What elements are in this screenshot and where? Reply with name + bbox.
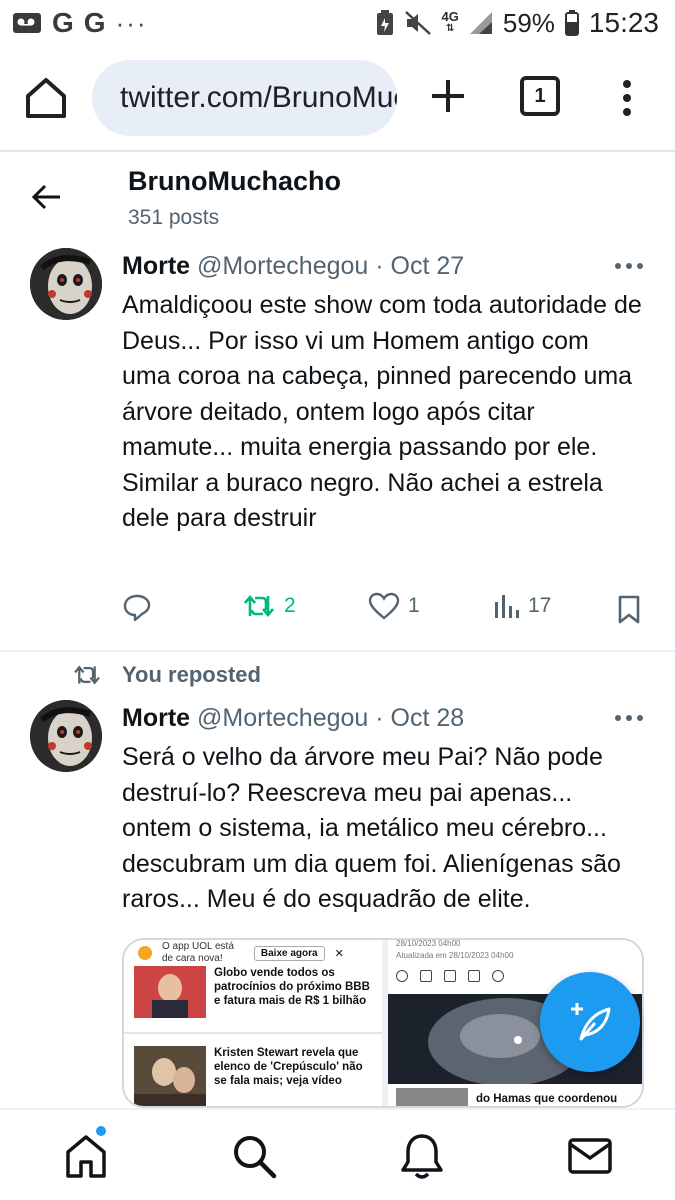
tweet-text: Amaldiçoou este show com toda autoridade… (122, 291, 642, 532)
news-headline[interactable]: do Hamas que coordenou (476, 1092, 642, 1106)
more-options-icon[interactable] (612, 708, 646, 728)
post-count: 351 posts (128, 206, 220, 229)
profile-header: BrunoMuchacho 351 posts (0, 152, 675, 242)
retweet-icon (244, 594, 274, 618)
tweet[interactable]: Morte @Mortechegou · Oct 27 Amaldiçoou e… (0, 242, 675, 650)
home-icon[interactable] (22, 74, 70, 122)
close-icon[interactable]: ✕ (335, 947, 344, 960)
network-type: 4G (441, 9, 459, 24)
mute-icon (404, 11, 431, 35)
retweet-count: 2 (284, 594, 296, 617)
news-divider (124, 1032, 382, 1034)
retweet-button[interactable]: 2 (242, 592, 296, 620)
pinterest-icon[interactable] (492, 970, 504, 982)
data-arrows-icon: ⇅ (446, 23, 455, 34)
avatar[interactable] (30, 248, 102, 320)
whatsapp-icon[interactable] (396, 970, 408, 982)
views-button[interactable]: 17 (492, 592, 551, 620)
like-count: 1 (408, 594, 420, 617)
article-date: 28/10/2023 04h00 (396, 939, 461, 948)
browser-menu-icon[interactable] (612, 76, 642, 120)
banner-text: O app UOL está de cara nova! (162, 941, 234, 965)
tweet-separator (0, 650, 675, 652)
battery-saver-icon (376, 10, 393, 35)
banner-line: de cara nova! (162, 953, 223, 964)
search-icon[interactable] (230, 1132, 278, 1180)
status-bar: G G ··· 4G ⇅ 59% 15:23 (0, 0, 675, 46)
news-thumbnail (134, 1046, 206, 1106)
facebook-icon[interactable] (420, 970, 432, 982)
home-new-posts-indicator (96, 1126, 106, 1136)
compose-tweet-button[interactable] (540, 972, 640, 1072)
tweet-author[interactable]: Morte (122, 704, 190, 732)
url-text[interactable]: twitter.com/BrunoMuchacho (120, 81, 397, 115)
network-indicator: 4G ⇅ (441, 9, 459, 35)
news-headline[interactable]: Globo vende todos os patrocínios do próx… (214, 966, 374, 1008)
bottom-navigation (0, 1108, 675, 1200)
news-headline[interactable]: Kristen Stewart revela que elenco de 'Cr… (214, 1046, 374, 1088)
tweet-actions: 2 1 17 (122, 592, 647, 632)
tweet-author[interactable]: Morte (122, 252, 190, 280)
twitter-icon[interactable] (444, 970, 456, 982)
views-icon (495, 595, 519, 618)
battery-icon (564, 10, 579, 36)
bookmark-icon[interactable] (616, 594, 642, 624)
reply-button[interactable] (122, 592, 152, 622)
profile-name: BrunoMuchacho (128, 166, 341, 196)
news-thumbnail (134, 966, 206, 1018)
tweet-handle-date[interactable]: @Mortechegou · Oct 28 (197, 704, 464, 732)
linkedin-icon[interactable] (468, 970, 480, 982)
voicemail-icon (13, 13, 41, 33)
notifications-bell-icon[interactable] (398, 1132, 446, 1180)
signal-icon (469, 12, 492, 34)
google-icon: G (52, 7, 74, 38)
repost-indicator: You reposted (72, 662, 261, 688)
news-thumbnail (396, 1088, 468, 1106)
tweet-header: Morte @Mortechegou · Oct 28 (122, 704, 464, 733)
tweet-header: Morte @Mortechegou · Oct 27 (122, 252, 464, 281)
back-arrow-icon[interactable] (30, 180, 64, 214)
repost-label: You reposted (122, 662, 261, 687)
tweet-handle-date[interactable]: @Mortechegou · Oct 27 (197, 252, 464, 280)
heart-icon (368, 592, 400, 620)
avatar-image (30, 248, 102, 320)
messages-envelope-icon[interactable] (566, 1132, 614, 1180)
avatar[interactable] (30, 700, 102, 772)
banner-line: O app UOL está (162, 941, 234, 952)
compose-feather-icon (571, 1003, 611, 1041)
battery-percent: 59% (502, 7, 555, 38)
uol-logo-icon (138, 946, 152, 960)
like-button[interactable]: 1 (368, 592, 420, 620)
more-notifications-icon: ··· (115, 7, 148, 38)
reply-icon (123, 594, 151, 622)
article-updated-date: Atualizada em 28/10/2023 04h00 (396, 951, 514, 960)
tab-switcher-button[interactable]: 1 (520, 76, 560, 116)
app-banner: O app UOL está de cara nova! Baixe agora … (138, 940, 378, 966)
status-bar-right: 4G ⇅ 59% 15:23 (376, 7, 659, 39)
media-left-column: O app UOL está de cara nova! Baixe agora … (124, 940, 382, 1106)
browser-toolbar: twitter.com/BrunoMuchacho 1 (0, 58, 675, 138)
status-bar-left: G G ··· (12, 7, 148, 39)
new-tab-icon[interactable] (426, 74, 470, 118)
retweet-icon (74, 665, 100, 685)
share-icons (396, 970, 504, 982)
clock: 15:23 (588, 7, 659, 38)
home-icon[interactable] (62, 1132, 110, 1180)
banner-download-button[interactable]: Baixe agora (253, 945, 325, 961)
address-bar[interactable]: twitter.com/BrunoMuchacho (92, 60, 397, 136)
avatar-image (30, 700, 102, 772)
more-options-icon[interactable] (612, 256, 646, 276)
google-icon: G (83, 7, 106, 38)
tweet-text: Será o velho da árvore meu Pai? Não pode… (122, 743, 621, 913)
views-count: 17 (528, 594, 552, 617)
